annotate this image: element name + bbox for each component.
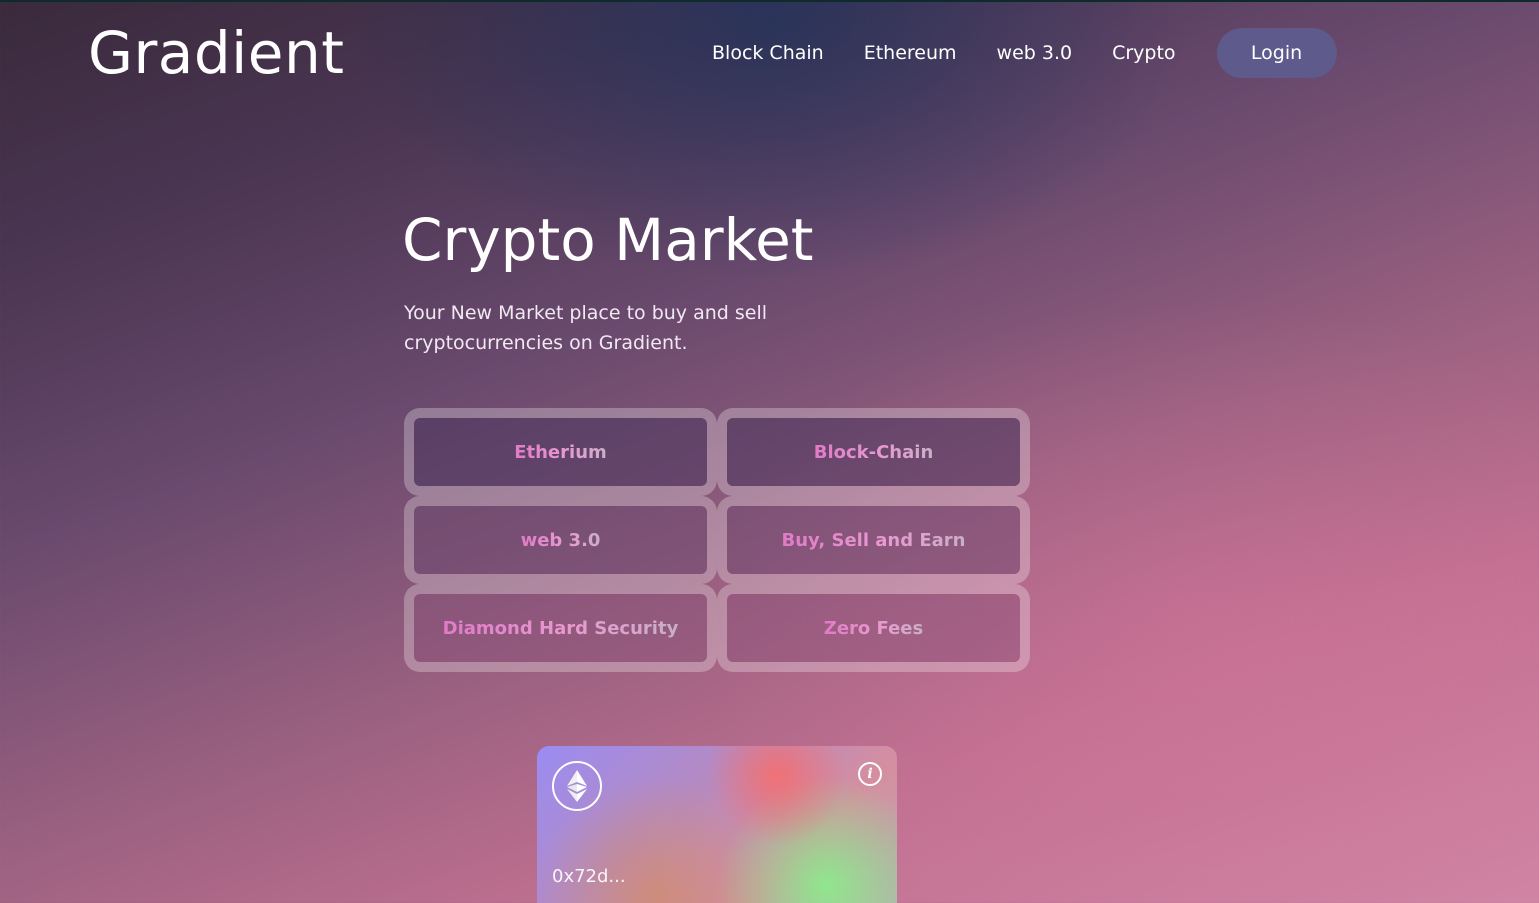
feature-etherium[interactable]: Etherium [404, 408, 717, 496]
feature-web3[interactable]: web 3.0 [404, 496, 717, 584]
feature-label: Zero Fees [823, 617, 924, 639]
feature-label: Block-Chain [813, 441, 934, 463]
hero-subtitle: Your New Market place to buy and sell cr… [404, 302, 768, 354]
nav-link-ethereum[interactable]: Ethereum [844, 42, 977, 64]
wallet-address: 0x72d... [552, 866, 626, 887]
feature-label: web 3.0 [520, 529, 601, 551]
nav-link-crypto[interactable]: Crypto [1092, 42, 1195, 64]
feature-diamond-security[interactable]: Diamond Hard Security [404, 584, 717, 672]
hero-title: Crypto Market [402, 206, 814, 274]
nav-link-web3[interactable]: web 3.0 [977, 42, 1093, 64]
nav-link-block-chain[interactable]: Block Chain [692, 42, 844, 64]
brand-logo[interactable]: Gradient [88, 18, 344, 88]
info-icon[interactable]: i [858, 762, 882, 786]
main-nav: Block Chain Ethereum web 3.0 Crypto Logi… [692, 28, 1337, 78]
feature-block-chain[interactable]: Block-Chain [717, 408, 1030, 496]
feature-grid: Etherium Block-Chain web 3.0 Buy, Sell a… [404, 408, 1030, 672]
ethereum-icon [552, 761, 602, 811]
feature-label: Diamond Hard Security [442, 617, 679, 639]
feature-label: Etherium [514, 441, 607, 463]
top-border [0, 0, 1539, 2]
feature-label: Buy, Sell and Earn [781, 529, 966, 551]
feature-buy-sell-earn[interactable]: Buy, Sell and Earn [717, 496, 1030, 584]
feature-zero-fees[interactable]: Zero Fees [717, 584, 1030, 672]
wallet-card[interactable]: i 0x72d... [537, 746, 897, 903]
login-button[interactable]: Login [1216, 28, 1337, 78]
